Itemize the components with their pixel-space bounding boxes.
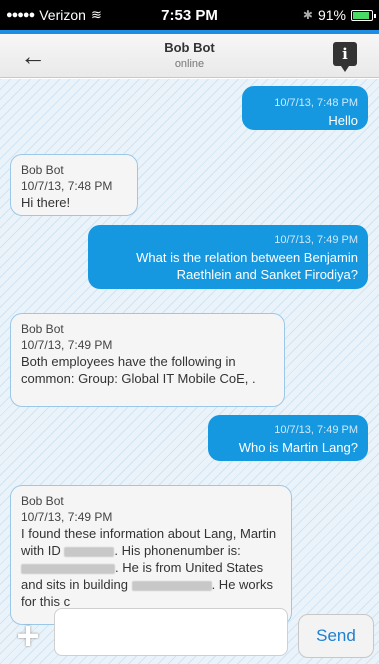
battery-info: ✱ 91% [243, 7, 376, 23]
carrier-info: ●●●●● Verizon ≋ [6, 7, 136, 23]
info-icon: i [342, 45, 348, 63]
message-bubble-outgoing[interactable]: 10/7/13, 7:49 PM Who is Martin Lang? [208, 415, 368, 461]
chat-status: online [174, 58, 205, 70]
message-bubble-outgoing[interactable]: 10/7/13, 7:49 PM What is the relation be… [88, 225, 368, 289]
message-timestamp: 10/7/13, 7:49 PM [274, 234, 358, 246]
battery-percent: 91% [317, 7, 346, 23]
redacted-id [64, 546, 115, 557]
message-text: What is the relation between Benjamin Ra… [136, 250, 358, 282]
chat-title: Bob Bot [164, 40, 215, 55]
battery-icon [351, 9, 376, 21]
message-bubble-incoming[interactable]: Bob Bot 10/7/13, 7:49 PM Both employees … [10, 313, 285, 407]
add-attachment-button[interactable]: + [8, 616, 48, 656]
info-button[interactable]: i [333, 42, 357, 72]
navigation-bar: ← Bob Bot online i [0, 34, 379, 78]
plus-icon: + [16, 614, 40, 658]
bluetooth-icon: ✱ [302, 8, 313, 22]
message-sender: Bob Bot [21, 163, 64, 177]
message-input[interactable] [54, 608, 288, 656]
message-timestamp: 10/7/13, 7:48 PM [21, 179, 113, 193]
redacted-building [131, 580, 212, 591]
message-text: I found these information about Lang, Ma… [21, 525, 281, 610]
status-bar: ●●●●● Verizon ≋ 7:53 PM ✱ 91% [0, 0, 379, 30]
wifi-icon: ≋ [90, 7, 102, 22]
message-text-part: . His phonenumber is: [114, 543, 241, 558]
message-sender: Bob Bot [21, 322, 64, 336]
message-text: Hi there! [21, 195, 71, 210]
redacted-phone [21, 563, 115, 574]
message-text: Who is Martin Lang? [238, 440, 358, 455]
message-text: Both employees have the following in com… [21, 354, 256, 386]
message-timestamp: 10/7/13, 7:49 PM [21, 338, 113, 352]
message-bubble-outgoing[interactable]: 10/7/13, 7:48 PM Hello [242, 86, 368, 130]
message-sender: Bob Bot [21, 494, 64, 508]
message-timestamp: 10/7/13, 7:49 PM [21, 510, 113, 524]
signal-strength-icon: ●●●●● [6, 9, 35, 21]
message-timestamp: 10/7/13, 7:49 PM [274, 424, 358, 436]
status-time: 7:53 PM [161, 6, 218, 24]
message-bubble-incoming[interactable]: Bob Bot 10/7/13, 7:48 PM Hi there! [10, 154, 138, 216]
send-button[interactable]: Send [298, 614, 374, 658]
message-bubble-incoming[interactable]: Bob Bot 10/7/13, 7:49 PM I found these i… [10, 485, 292, 625]
message-timestamp: 10/7/13, 7:48 PM [274, 97, 358, 109]
message-text: Hello [328, 113, 358, 128]
carrier-name: Verizon [39, 7, 86, 23]
message-input-bar: + Send [0, 608, 379, 664]
chat-area[interactable]: 10/7/13, 7:48 PM Hello Bob Bot 10/7/13, … [0, 79, 379, 664]
